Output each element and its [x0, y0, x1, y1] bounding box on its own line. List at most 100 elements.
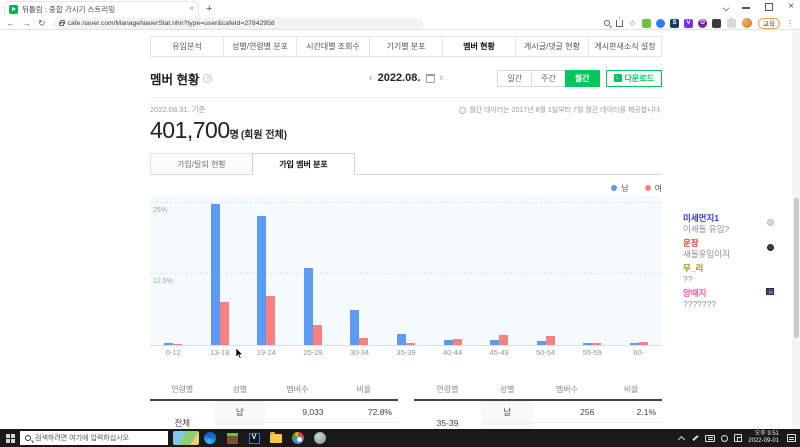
share-icon[interactable]	[616, 20, 623, 27]
tab-title: 뒤틀림 : 중합 가시기 스트리밍	[22, 4, 185, 15]
prev-month-button[interactable]: ‹	[369, 72, 373, 84]
browser-menu-icon[interactable]: ⋮	[786, 19, 794, 28]
minecraft-app-button[interactable]	[221, 429, 243, 447]
extension-icon[interactable]	[712, 19, 721, 28]
nav-tab-7[interactable]: 게시판새소식 설정	[588, 36, 662, 57]
chat-message: 무_리??	[683, 263, 788, 285]
bar-남-30-34	[350, 310, 359, 345]
nav-tab-5[interactable]: 멤버 현황	[442, 36, 516, 57]
help-icon[interactable]: ?	[203, 74, 212, 83]
bar-남-35-39	[397, 334, 406, 345]
date-label: 2022.08.	[378, 72, 421, 84]
page-body: 유입분석성별/연령별 분포시간대별 조회수기기별 분포멤버 현황게시글/댓글 현…	[0, 30, 800, 429]
bar-여-13-18	[220, 302, 229, 345]
extension-icon[interactable]: O	[698, 19, 707, 28]
v-app-button[interactable]: V	[243, 429, 265, 447]
maximize-button[interactable]	[764, 2, 774, 12]
period-button-일간[interactable]: 일간	[497, 70, 532, 87]
browser-toolbar: ← → ↻ cafe.naver.com/ManageNaverStat.nhn…	[0, 16, 800, 30]
table-header: 성별	[481, 380, 533, 400]
age-group-cell: 35-39	[414, 400, 481, 429]
extension-icon[interactable]	[642, 19, 651, 28]
total-scope: (회원 전체)	[241, 126, 287, 141]
bar-여-25-29	[313, 325, 322, 345]
bar-여-30-34	[359, 338, 368, 345]
news-weather-widget[interactable]	[173, 431, 199, 445]
browser-game-app-button[interactable]	[309, 429, 331, 447]
tray-tool-icon[interactable]	[691, 434, 699, 442]
extension-icon[interactable]	[656, 19, 665, 28]
tab-close-icon[interactable]: ×	[189, 5, 194, 13]
file-explorer-button[interactable]	[265, 429, 287, 447]
taskbar-search-input[interactable]: 검색하려면 여기에 입력하십시오	[20, 431, 168, 445]
data-note: i 월간 데이터는 2017년 8월 1일부터 7월 월간 데이터를 제공합니다…	[459, 105, 662, 115]
legend-dot-icon	[611, 185, 617, 191]
edge-app-button[interactable]	[199, 429, 221, 447]
tray-speaker-icon[interactable]	[721, 435, 728, 442]
tray-keyboard-icon[interactable]	[705, 435, 715, 442]
nav-tab-2[interactable]: 성별/연령별 분포	[223, 36, 297, 57]
page-scrollbar[interactable]	[793, 30, 800, 429]
info-icon: i	[459, 107, 466, 114]
download-button[interactable]: 다운로드	[606, 70, 662, 87]
nav-tab-3[interactable]: 시간대별 조회수	[296, 36, 370, 57]
tray-expand-icon[interactable]	[678, 435, 685, 442]
forward-button[interactable]: →	[22, 18, 31, 28]
bookmark-star-icon[interactable]: ☆	[629, 19, 636, 28]
bar-여-40-44	[453, 339, 462, 345]
url-text: cafe.naver.com/ManageNaverStat.nhn?type=…	[68, 20, 275, 27]
extension-icon[interactable]: V	[684, 19, 693, 28]
sub-tab-2[interactable]: 가입 멤버 분포	[252, 153, 355, 175]
nav-tab-6[interactable]: 게시글/댓글 현황	[515, 36, 589, 57]
legend-dot-icon	[645, 185, 651, 191]
bar-여-60-	[639, 342, 648, 345]
minimize-button[interactable]	[742, 2, 752, 12]
period-button-월간[interactable]: 월간	[565, 70, 600, 87]
chrome-app-button[interactable]	[287, 429, 309, 447]
table-row: 전체남9,03372.8%	[150, 400, 398, 423]
date-navigator: ‹ 2022.08. ›	[369, 72, 443, 84]
nav-tab-4[interactable]: 기기별 분포	[369, 36, 443, 57]
edge-icon	[204, 432, 216, 444]
bar-여-50-54	[546, 336, 555, 345]
bar-여-55-59	[592, 343, 601, 345]
profile-avatar[interactable]	[742, 18, 752, 28]
sub-tab-1[interactable]: 가입/탈퇴 현황	[150, 153, 253, 175]
scrollbar-thumb[interactable]	[794, 198, 799, 338]
extensions-puzzle-icon[interactable]	[727, 19, 736, 28]
bar-group-60-	[615, 196, 662, 345]
bar-남-60-	[630, 343, 639, 345]
back-button[interactable]: ←	[6, 18, 15, 28]
address-bar[interactable]: cafe.naver.com/ManageNaverStat.nhn?type=…	[53, 18, 423, 29]
bar-group-35-39	[383, 196, 430, 345]
search-icon[interactable]	[604, 20, 610, 26]
new-tab-button[interactable]: +	[206, 3, 212, 15]
profile-chip[interactable]: 교육	[758, 18, 780, 29]
calendar-icon[interactable]	[425, 74, 434, 83]
clock-date: 2022-09-01	[748, 438, 779, 445]
taskbar-clock[interactable]: 오후 9:51 2022-09-01	[748, 431, 779, 445]
chat-text: ???????	[683, 299, 788, 310]
browser-tab[interactable]: 뒤틀림 : 중합 가시기 스트리밍 ×	[4, 1, 199, 16]
x-axis-label-35-39: 35-39	[383, 348, 430, 357]
browser-chrome: 뒤틀림 : 중합 가시기 스트리밍 × + × ← → ↻ cafe.naver…	[0, 0, 800, 30]
lock-icon	[59, 22, 64, 26]
next-month-button[interactable]: ›	[439, 72, 443, 84]
member-count-cell: 256	[533, 400, 600, 423]
page-title: 멤버 현황	[150, 69, 199, 88]
window-close-button[interactable]: ×	[786, 2, 796, 12]
notification-center-icon[interactable]	[787, 434, 796, 442]
extension-icon[interactable]: S	[670, 19, 679, 28]
nav-tab-1[interactable]: 유입분석	[150, 36, 224, 57]
bar-남-40-44	[444, 340, 453, 345]
tab-search-chevron-icon[interactable]	[722, 3, 730, 11]
start-button[interactable]	[0, 429, 20, 447]
v-app-icon: V	[249, 433, 260, 444]
tray-ime-icon[interactable]	[734, 434, 742, 442]
total-unit: 명	[230, 126, 239, 141]
chrome-icon	[292, 432, 304, 444]
reload-button[interactable]: ↻	[38, 18, 46, 28]
period-button-주간[interactable]: 주간	[531, 70, 566, 87]
legend-item-남: 남	[611, 183, 628, 194]
bars-area	[150, 196, 662, 345]
